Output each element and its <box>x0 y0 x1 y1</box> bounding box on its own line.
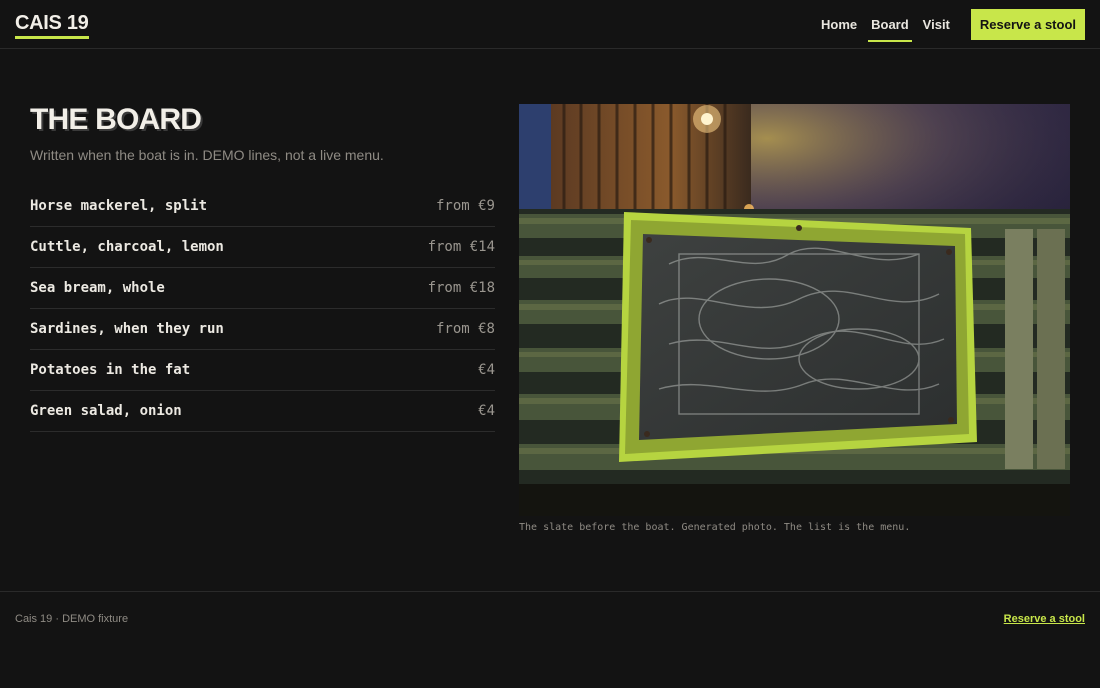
page-subtitle: Written when the boat is in. DEMO lines,… <box>30 147 384 163</box>
nav-visit[interactable]: Visit <box>920 9 953 40</box>
main-nav: Home Board Visit Reserve a stool <box>818 9 1085 42</box>
menu-item-name: Sardines, when they run <box>30 321 224 337</box>
chalkboard-illustration <box>519 104 1070 516</box>
reserve-stool-button[interactable]: Reserve a stool <box>970 9 1085 40</box>
menu-item-price: from €14 <box>427 239 495 255</box>
list-item: Sardines, when they run from €8 <box>30 309 495 350</box>
nav-board[interactable]: Board <box>868 9 912 42</box>
page-title: THE BOARD <box>30 103 202 136</box>
menu-item-name: Potatoes in the fat <box>30 362 191 378</box>
logo[interactable]: CAIS 19 <box>15 12 89 39</box>
menu-item-price: from €18 <box>427 280 495 296</box>
menu-item-name: Sea bream, whole <box>30 280 165 296</box>
photo-caption: The slate before the boat. Generated pho… <box>519 522 911 533</box>
menu-item-price: €4 <box>478 362 495 378</box>
list-item: Potatoes in the fat €4 <box>30 350 495 391</box>
list-item: Horse mackerel, split from €9 <box>30 186 495 227</box>
menu-item-name: Cuttle, charcoal, lemon <box>30 239 224 255</box>
site-footer: Cais 19 · DEMO fixture Reserve a stool <box>0 591 1100 688</box>
menu-item-price: from €9 <box>435 198 495 214</box>
menu-list: Horse mackerel, split from €9 Cuttle, ch… <box>30 186 495 432</box>
menu-item-price: from €8 <box>435 321 495 337</box>
menu-item-name: Horse mackerel, split <box>30 198 208 214</box>
list-item: Green salad, onion €4 <box>30 391 495 432</box>
menu-item-name: Green salad, onion <box>30 403 182 419</box>
site-header: CAIS 19 Home Board Visit Reserve a stool <box>0 0 1100 49</box>
list-item: Sea bream, whole from €18 <box>30 268 495 309</box>
list-item: Cuttle, charcoal, lemon from €14 <box>30 227 495 268</box>
menu-item-price: €4 <box>478 403 495 419</box>
nav-home[interactable]: Home <box>818 9 860 40</box>
footer-reserve-link[interactable]: Reserve a stool <box>1004 613 1085 625</box>
chalkboard-photo <box>519 104 1070 516</box>
footer-text: Cais 19 · DEMO fixture <box>15 613 129 625</box>
